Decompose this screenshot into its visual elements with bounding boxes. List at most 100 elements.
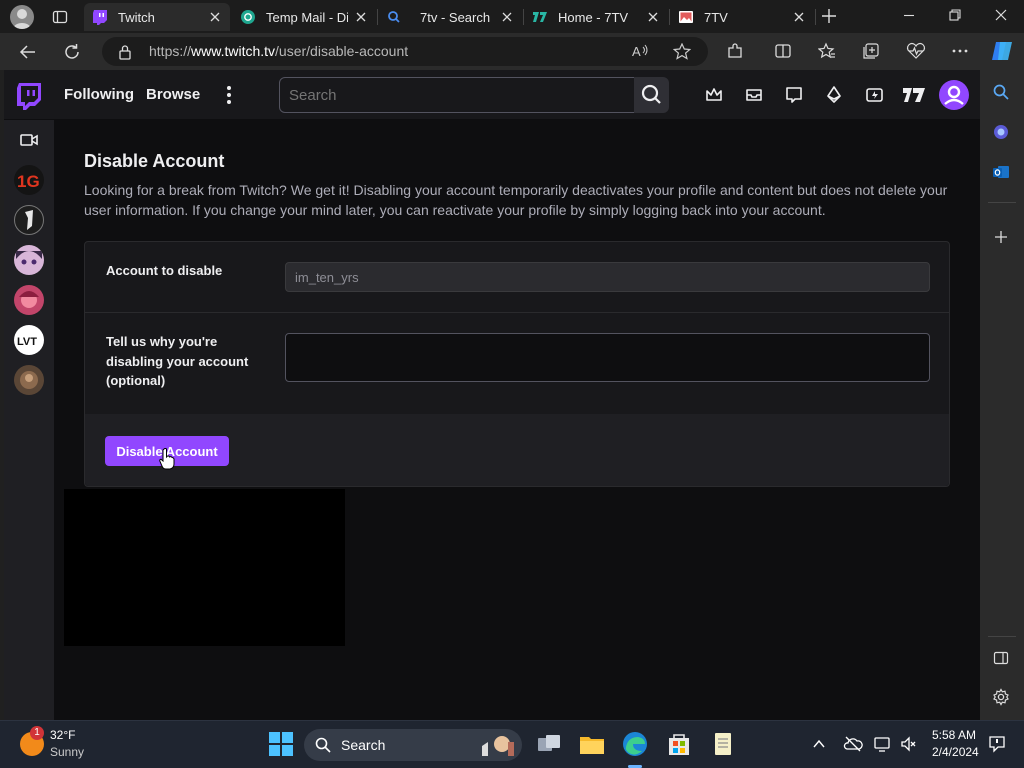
extensions-icon[interactable] <box>726 42 744 60</box>
page-description: Looking for a break from Twitch? We get … <box>84 182 948 218</box>
favorites-icon[interactable] <box>818 42 836 60</box>
url-path: /user/disable-account <box>275 43 409 59</box>
favorite-star-icon[interactable] <box>673 43 691 60</box>
weather-condition[interactable]: Sunny <box>50 745 84 759</box>
tab-title: 7tv - Search <box>420 9 491 25</box>
clock-time[interactable]: 5:58 AM <box>932 728 976 742</box>
task-view-icon[interactable] <box>534 729 564 759</box>
close-window-icon[interactable] <box>994 8 1008 22</box>
sidebar-settings-icon[interactable] <box>992 688 1010 706</box>
tab-home-7tv[interactable]: Home - 7TV <box>524 3 668 31</box>
volume-muted-icon[interactable] <box>900 735 918 753</box>
main-content: Disable Account Looking for a break from… <box>54 120 980 720</box>
7tv-extension-icon[interactable] <box>902 85 926 105</box>
reason-label-line-1: Tell us why you're <box>106 334 218 349</box>
close-tab-icon[interactable] <box>208 10 222 24</box>
tab-7tv[interactable]: 7TV <box>670 3 814 31</box>
twitch-search-input[interactable] <box>280 78 634 112</box>
browser-essentials-icon[interactable] <box>906 42 926 60</box>
sidebar-copilot-icon[interactable] <box>992 123 1010 141</box>
url-text: https://www.twitch.tv/user/disable-accou… <box>149 43 408 59</box>
close-tab-icon[interactable] <box>354 10 368 24</box>
file-explorer-icon[interactable] <box>577 729 607 759</box>
nav-browse[interactable]: Browse <box>146 86 200 103</box>
account-input[interactable] <box>285 262 930 292</box>
tab-actions-icon[interactable] <box>52 9 68 25</box>
7tv-favicon-icon <box>533 12 547 22</box>
tab-7tv-search[interactable]: 7tv - Search <box>378 3 522 31</box>
more-options-icon[interactable] <box>951 42 969 60</box>
form-footer: Disable Account <box>85 414 949 486</box>
read-aloud-icon[interactable]: A <box>632 43 650 59</box>
tab-title: Twitch <box>118 9 155 25</box>
copilot-icon[interactable] <box>990 40 1014 62</box>
image-favicon-icon <box>679 11 693 23</box>
tab-title: 7TV <box>704 9 728 25</box>
bits-icon[interactable] <box>825 86 843 104</box>
user-avatar-icon[interactable] <box>939 80 969 110</box>
notifications-icon[interactable] <box>988 735 1006 753</box>
twitch-search-box[interactable] <box>279 77 635 113</box>
browser-toolbar: https://www.twitch.tv/user/disable-accou… <box>0 33 1024 70</box>
page-title: Disable Account <box>84 151 225 171</box>
collections-icon[interactable] <box>862 42 880 60</box>
sidebar-search-icon[interactable] <box>992 83 1010 101</box>
microsoft-store-icon[interactable] <box>664 729 694 759</box>
channel-avatar-6[interactable] <box>14 365 44 395</box>
profile-avatar-icon[interactable] <box>10 5 34 29</box>
inbox-icon[interactable] <box>745 86 763 104</box>
add-sidebar-app-icon[interactable] <box>993 229 1009 245</box>
edge-browser-icon[interactable] <box>620 729 650 759</box>
search-favicon-icon <box>388 11 400 23</box>
account-label: Account to disable <box>106 263 223 278</box>
close-tab-icon[interactable] <box>792 10 806 24</box>
new-tab-icon[interactable] <box>821 8 837 24</box>
reason-label: Tell us why you're disabling your accoun… <box>106 332 248 391</box>
tab-twitch[interactable]: Twitch <box>84 3 230 31</box>
channel-avatar-4[interactable] <box>14 285 44 315</box>
start-windows-icon[interactable] <box>266 729 296 759</box>
close-tab-icon[interactable] <box>500 10 514 24</box>
lock-icon[interactable] <box>118 44 132 60</box>
channel-avatar-1g[interactable]: 1G <box>14 165 44 195</box>
windows-taskbar: 1 32°F Sunny Search 5:58 AM 2/4/2024 <box>0 720 1024 768</box>
url-prefix: https:// <box>149 43 192 59</box>
browser-tab-strip: Twitch Temp Mail - Di 7tv - Search Home … <box>0 0 1024 33</box>
disable-account-form: Account to disable Tell us why you're di… <box>84 241 950 487</box>
more-menu-icon[interactable] <box>220 85 238 105</box>
hide-sidebar-icon[interactable] <box>993 650 1009 666</box>
search-icon <box>641 84 661 104</box>
twitch-top-nav: Following Browse <box>4 70 980 120</box>
tab-temp-mail[interactable]: Temp Mail - Di <box>232 3 376 31</box>
notepad-icon[interactable] <box>708 729 738 759</box>
turbo-ad-icon[interactable] <box>865 86 885 104</box>
whispers-icon[interactable] <box>785 86 803 104</box>
channel-avatar-2[interactable] <box>14 205 44 235</box>
network-icon[interactable] <box>873 735 893 753</box>
followed-video-icon[interactable] <box>20 133 38 147</box>
nav-following[interactable]: Following <box>64 86 134 103</box>
twitch-logo-icon[interactable] <box>16 82 42 110</box>
address-bar[interactable]: https://www.twitch.tv/user/disable-accou… <box>102 37 708 66</box>
onedrive-offline-icon[interactable] <box>843 735 863 753</box>
back-icon[interactable] <box>19 43 37 61</box>
svg-text:A: A <box>632 44 641 59</box>
minimize-window-icon[interactable] <box>902 8 916 22</box>
weather-temperature[interactable]: 32°F <box>50 728 75 742</box>
channel-avatar-3[interactable] <box>14 245 44 275</box>
tab-title: Home - 7TV <box>558 9 629 25</box>
channel-avatar-lvt[interactable]: LVT <box>14 325 44 355</box>
search-highlight-icon <box>482 736 514 756</box>
twitch-search-button[interactable] <box>634 77 669 113</box>
show-hidden-icons-icon[interactable] <box>812 737 826 751</box>
taskbar-search-box[interactable]: Search <box>304 729 522 761</box>
url-host: www.twitch.tv <box>191 43 276 59</box>
close-tab-icon[interactable] <box>646 10 660 24</box>
reason-textarea[interactable] <box>285 333 930 382</box>
refresh-icon[interactable] <box>63 43 81 61</box>
restore-window-icon[interactable] <box>948 8 962 22</box>
clock-date[interactable]: 2/4/2024 <box>932 745 979 759</box>
prime-crown-icon[interactable] <box>705 86 723 104</box>
outlook-icon[interactable] <box>992 163 1010 181</box>
split-screen-icon[interactable] <box>774 42 792 60</box>
